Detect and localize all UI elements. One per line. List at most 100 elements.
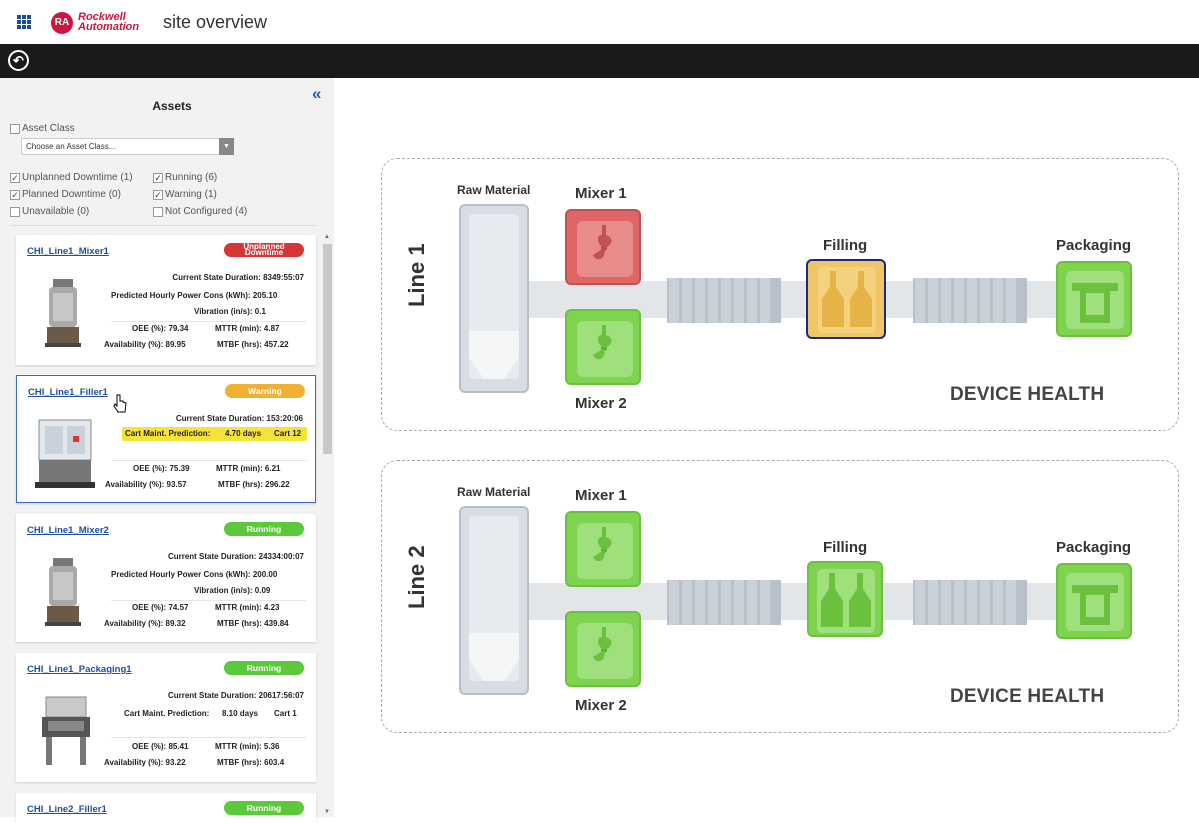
chevron-down-icon[interactable]: ▼ <box>219 138 234 155</box>
duration-value: 153:20:06 <box>266 414 303 423</box>
device-health-label: DEVICE HEALTH <box>950 384 1105 405</box>
oee-row: OEE (%): 85.41 <box>132 742 189 751</box>
maint-cart: Cart 1 <box>274 709 297 718</box>
mtbf-value: 603.4 <box>264 758 285 767</box>
checkbox-box[interactable] <box>153 206 163 217</box>
mixer1-station[interactable] <box>565 511 641 587</box>
oee-row: OEE (%): 74.57 <box>132 603 189 612</box>
line-panel-1[interactable]: Line 1 Raw Material Mixer 1 Mixer 2 Fill… <box>381 158 1179 431</box>
filling-nozzle-icon <box>818 267 876 333</box>
status-badge: Running <box>224 661 304 675</box>
filling-label: Filling <box>823 539 868 556</box>
vibration-value: 0.1 <box>254 307 266 316</box>
asset-class-checkbox[interactable]: Asset Class <box>10 123 75 134</box>
filter-label: Unplanned Downtime (1) <box>22 172 133 183</box>
mixer2-label: Mixer 2 <box>575 697 627 714</box>
checkbox-checked-icon[interactable]: ✓ <box>10 189 20 200</box>
packaging-station[interactable] <box>1056 563 1132 639</box>
power-value: 205.10 <box>252 291 278 300</box>
asset-card[interactable]: CHI_Line1_Filler1 Warning Current State … <box>16 375 316 503</box>
scroll-up-icon[interactable]: ▲ <box>324 234 330 240</box>
asset-link[interactable]: CHI_Line1_Packaging1 <box>27 664 132 675</box>
toolbar: ↶ <box>0 44 1199 78</box>
packaging-station[interactable] <box>1056 261 1132 337</box>
filling-station[interactable] <box>807 561 883 637</box>
mixer-fan-icon <box>593 225 612 260</box>
scrollbar-thumb[interactable] <box>323 244 332 454</box>
oee-row: OEE (%): 75.39 <box>133 464 190 473</box>
mixer1-station[interactable] <box>565 209 641 285</box>
vibration-row: Vibration (in/s): 0.09 <box>194 586 270 595</box>
oee-label: OEE (%): <box>133 464 168 473</box>
filter-warning[interactable]: ✓ Warning (1) <box>153 189 217 200</box>
status-badge: Running <box>224 522 304 536</box>
duration-label: Current State Duration: <box>172 273 261 282</box>
asset-link[interactable]: CHI_Line1_Mixer2 <box>27 525 109 536</box>
filter-not-configured[interactable]: Not Configured (4) <box>153 206 247 217</box>
mttr-value: 4.87 <box>263 324 280 333</box>
filter-unavailable[interactable]: Unavailable (0) <box>10 206 89 217</box>
duration-row: Current State Duration: 24334:00:07 <box>168 552 304 561</box>
conveyor-rollers <box>913 580 1027 625</box>
asset-card[interactable]: CHI_Line1_Mixer2 Running Current State D… <box>16 514 316 642</box>
duration-value: 8349:55:07 <box>263 273 304 282</box>
filter-label: Warning (1) <box>165 189 217 200</box>
conveyor-rollers <box>913 278 1027 323</box>
checkbox-checked-icon[interactable]: ✓ <box>10 172 20 183</box>
mttr-label: MTTR (min): <box>216 464 263 473</box>
asset-link[interactable]: CHI_Line2_Filler1 <box>27 804 107 815</box>
raw-material-tank-icon[interactable] <box>459 204 529 393</box>
asset-card[interactable]: CHI_Line1_Packaging1 Running Current Sta… <box>16 653 316 782</box>
mixer2-station[interactable] <box>565 611 641 687</box>
mttr-value: 6.21 <box>264 464 281 473</box>
checkbox-checked-icon[interactable]: ✓ <box>153 189 163 200</box>
duration-row: Current State Duration: 153:20:06 <box>176 414 303 423</box>
assets-title: Assets <box>152 99 192 113</box>
filter-planned-downtime[interactable]: ✓ Planned Downtime (0) <box>10 189 121 200</box>
asset-class-label: Asset Class <box>22 123 75 134</box>
mttr-value: 4.23 <box>263 603 280 612</box>
power-label: Predicted Hourly Power Cons (kWh): <box>111 570 251 579</box>
divider <box>10 225 317 226</box>
mttr-row: MTTR (min): 4.23 <box>215 603 279 612</box>
filter-label: Running (6) <box>165 172 218 183</box>
mtbf-row: MTBF (hrs): 457.22 <box>217 340 289 349</box>
status-badge: Unplanned Downtime <box>224 243 304 257</box>
filling-station[interactable] <box>806 259 886 339</box>
divider <box>111 600 306 601</box>
availability-value: 89.95 <box>165 340 186 349</box>
asset-link[interactable]: CHI_Line1_Mixer1 <box>27 246 109 257</box>
power-row: Predicted Hourly Power Cons (kWh): 200.0… <box>111 570 277 579</box>
rockwell-logo-icon: RA <box>51 12 73 34</box>
divider <box>111 737 306 738</box>
checkbox-checked-icon[interactable]: ✓ <box>153 172 163 183</box>
line-panel-2[interactable]: Line 2 Raw Material Mixer 1 Mixer 2 Fill… <box>381 460 1179 733</box>
maintenance-prediction: Cart Maint. Prediction: 4.70 days Cart 1… <box>122 427 307 441</box>
maint-days: 8.10 days <box>222 709 259 718</box>
filler-thumbnail <box>35 419 95 488</box>
filter-running[interactable]: ✓ Running (6) <box>153 172 217 183</box>
asset-class-select[interactable]: Choose an Asset Class... ▼ <box>21 138 234 155</box>
back-arrow-icon[interactable]: ↶ <box>8 50 29 71</box>
asset-link[interactable]: CHI_Line1_Filler1 <box>28 387 108 398</box>
line-label: Line 2 <box>404 545 429 609</box>
mtbf-row: MTBF (hrs): 603.4 <box>217 758 284 767</box>
availability-label: Availability (%): <box>105 480 165 489</box>
asset-card[interactable]: CHI_Line1_Mixer1 Unplanned Downtime Curr… <box>16 235 316 365</box>
scroll-down-icon[interactable]: ▼ <box>324 809 330 815</box>
app-grid-icon[interactable] <box>17 15 31 29</box>
mixer2-station[interactable] <box>565 309 641 385</box>
duration-label: Current State Duration: <box>175 414 265 423</box>
filling-label: Filling <box>823 237 868 254</box>
mtbf-row: MTBF (hrs): 439.84 <box>217 619 289 628</box>
filter-unplanned-downtime[interactable]: ✓ Unplanned Downtime (1) <box>10 172 133 183</box>
sidebar-scrollbar[interactable]: ▲ ▼ <box>322 234 333 817</box>
checkbox-box[interactable] <box>10 206 20 217</box>
raw-material-tank-icon[interactable] <box>459 506 529 695</box>
asset-card[interactable]: CHI_Line2_Filler1 Running <box>16 793 316 823</box>
mixer-fan-icon <box>593 527 612 562</box>
oee-row: OEE (%): 79.34 <box>132 324 189 333</box>
checkbox-box[interactable] <box>10 123 20 134</box>
page-title: site overview <box>163 12 268 32</box>
mtbf-value: 296.22 <box>265 480 290 489</box>
